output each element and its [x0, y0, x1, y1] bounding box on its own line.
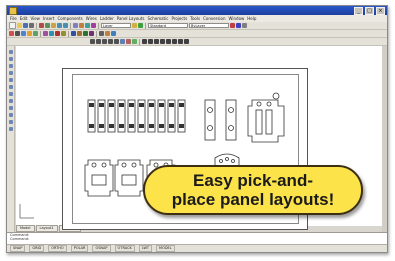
contactor-group — [247, 92, 285, 143]
ucs-icon — [19, 204, 34, 219]
starter-footprint — [114, 159, 144, 197]
relay-footprint — [204, 99, 216, 141]
relay-column — [204, 99, 237, 141]
feature-callout-bubble: Easy pick-and- place panel layouts! — [143, 165, 363, 215]
panel-layout-drawing — [19, 92, 285, 219]
callout-line-1: Easy pick-and- — [193, 171, 313, 190]
callout-line-2: place panel layouts! — [171, 190, 335, 209]
relay-footprint — [225, 99, 237, 141]
starter-footprint — [84, 159, 114, 197]
breaker-terminals — [89, 103, 184, 128]
screenshot-frame: _ □ × File Edit View Insert Components W… — [0, 0, 395, 261]
